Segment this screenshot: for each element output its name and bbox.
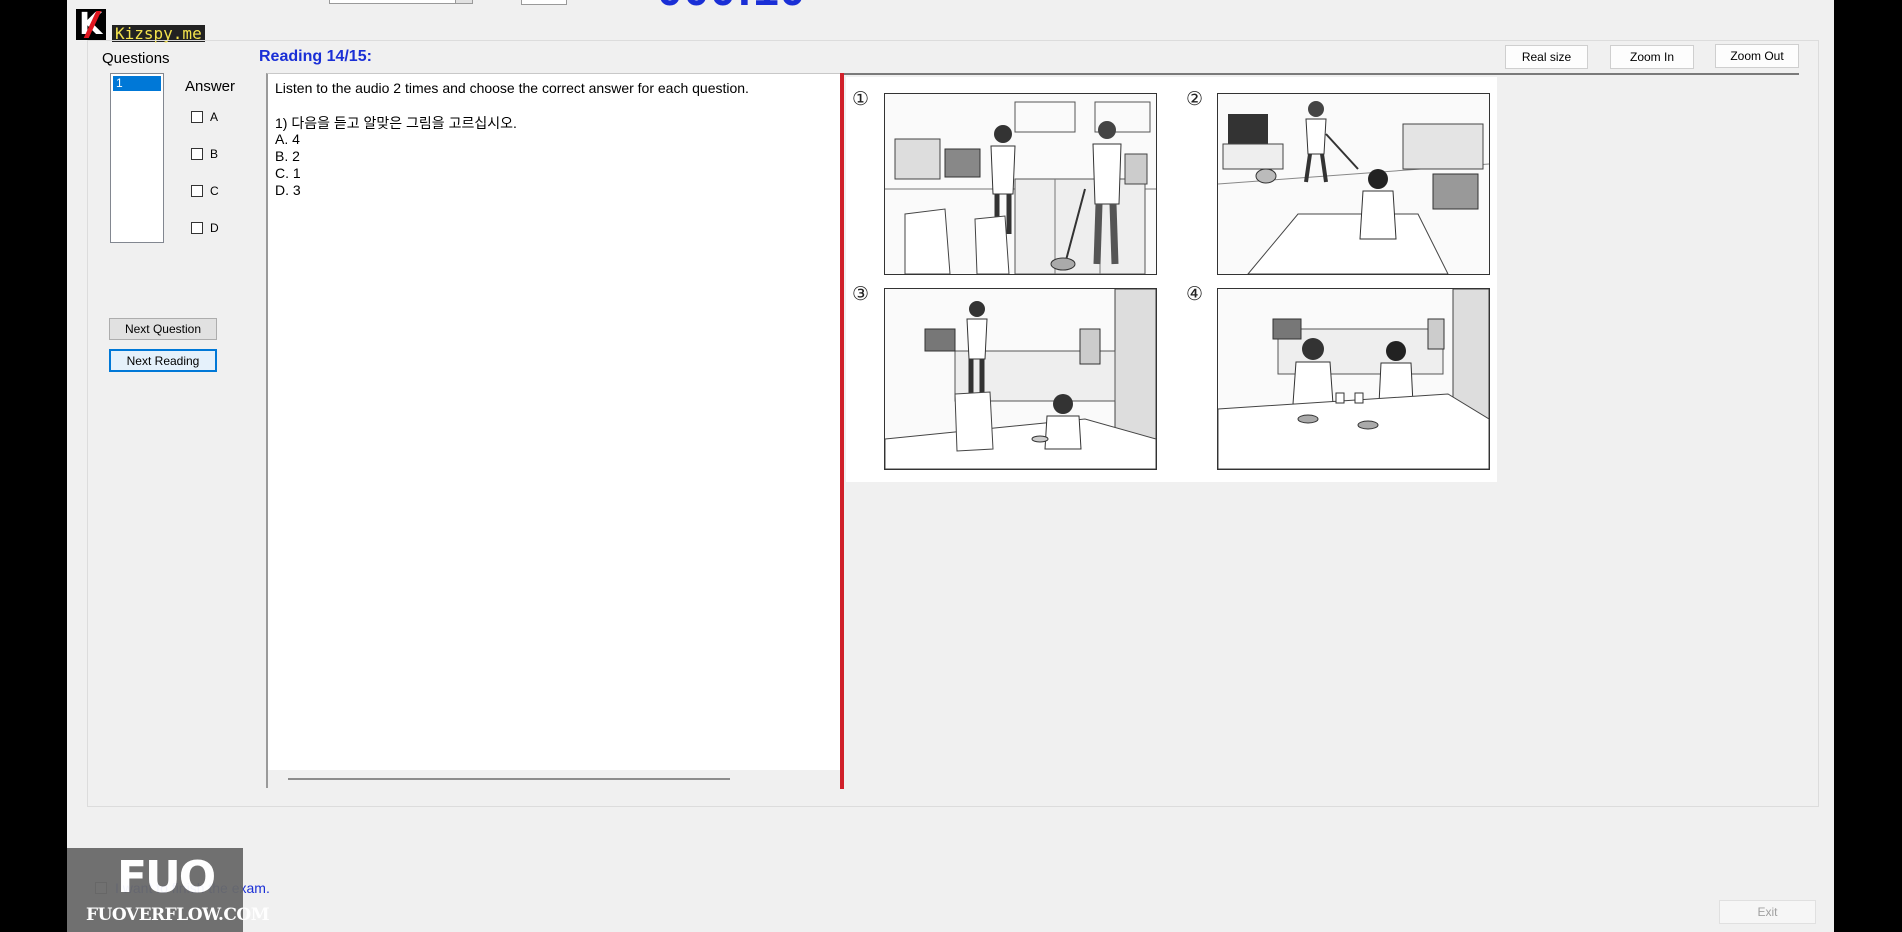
answer-option-label: A [210, 110, 219, 124]
choice-c: C. 1 [275, 165, 301, 181]
illustration-3 [884, 288, 1157, 470]
top-dropdown[interactable] [329, 0, 473, 4]
answer-option-label: D [210, 221, 219, 235]
instruction-text: Listen to the audio 2 times and choose t… [275, 80, 749, 96]
real-size-button[interactable]: Real size [1505, 45, 1588, 69]
next-question-button[interactable]: Next Question [109, 318, 217, 340]
fuo-logo-text: FUO [117, 852, 216, 903]
illustration-4 [1217, 288, 1490, 470]
answer-option-label: B [210, 147, 219, 161]
image-number-2: ② [1186, 88, 1204, 110]
kizspy-logo-icon: K [76, 9, 106, 40]
image-number-4: ④ [1186, 283, 1204, 305]
dropdown-arrow-icon[interactable] [455, 0, 472, 3]
top-spinner[interactable] [521, 0, 567, 5]
answer-option-b[interactable]: B [191, 147, 218, 161]
question-image: ① ② ③ ④ [846, 77, 1497, 482]
next-reading-button[interactable]: Next Reading [109, 349, 217, 372]
choice-b: B. 2 [275, 148, 300, 164]
question-text: 1) 다음을 듣고 알맞은 그림을 고르십시오. [275, 115, 517, 131]
answer-option-a[interactable]: A [191, 110, 218, 124]
checkbox-c[interactable] [191, 185, 203, 197]
image-number-3: ③ [852, 283, 870, 305]
answer-option-d[interactable]: D [191, 221, 219, 235]
choice-a: A. 4 [275, 131, 300, 147]
image-panel[interactable]: ① ② ③ ④ [844, 73, 1799, 789]
answer-label: Answer [185, 78, 236, 95]
zoom-out-button[interactable]: Zoom Out [1715, 44, 1799, 68]
choice-d: D. 3 [275, 182, 301, 198]
answer-option-c[interactable]: C [191, 184, 219, 198]
exit-button[interactable]: Exit [1719, 900, 1816, 924]
exam-window: 000:10 K Kizspy.me Questions 1 Answer A … [67, 0, 1834, 932]
question-list-item[interactable]: 1 [113, 76, 161, 91]
checkbox-b[interactable] [191, 148, 203, 160]
reading-text-panel[interactable]: Listen to the audio 2 times and choose t… [266, 73, 842, 788]
illustration-2 [1217, 93, 1490, 275]
image-number-1: ① [852, 88, 870, 110]
answer-option-label: C [210, 184, 219, 198]
questions-label: Questions [102, 50, 170, 67]
horizontal-scrollbar[interactable] [268, 770, 842, 788]
illustration-1 [884, 93, 1157, 275]
countdown-timer: 000:10 [657, 0, 806, 12]
questions-list[interactable]: 1 [110, 73, 164, 243]
checkbox-a[interactable] [191, 111, 203, 123]
checkbox-d[interactable] [191, 222, 203, 234]
scrollbar-thumb[interactable] [288, 778, 730, 780]
fuoverflow-watermark: FUO FUOVERFLOW.COM [67, 848, 270, 932]
zoom-in-button[interactable]: Zoom In [1610, 45, 1694, 69]
reading-title: Reading 14/15: [259, 48, 372, 65]
fuoverflow-text: FUOVERFLOW.COM [86, 905, 270, 925]
